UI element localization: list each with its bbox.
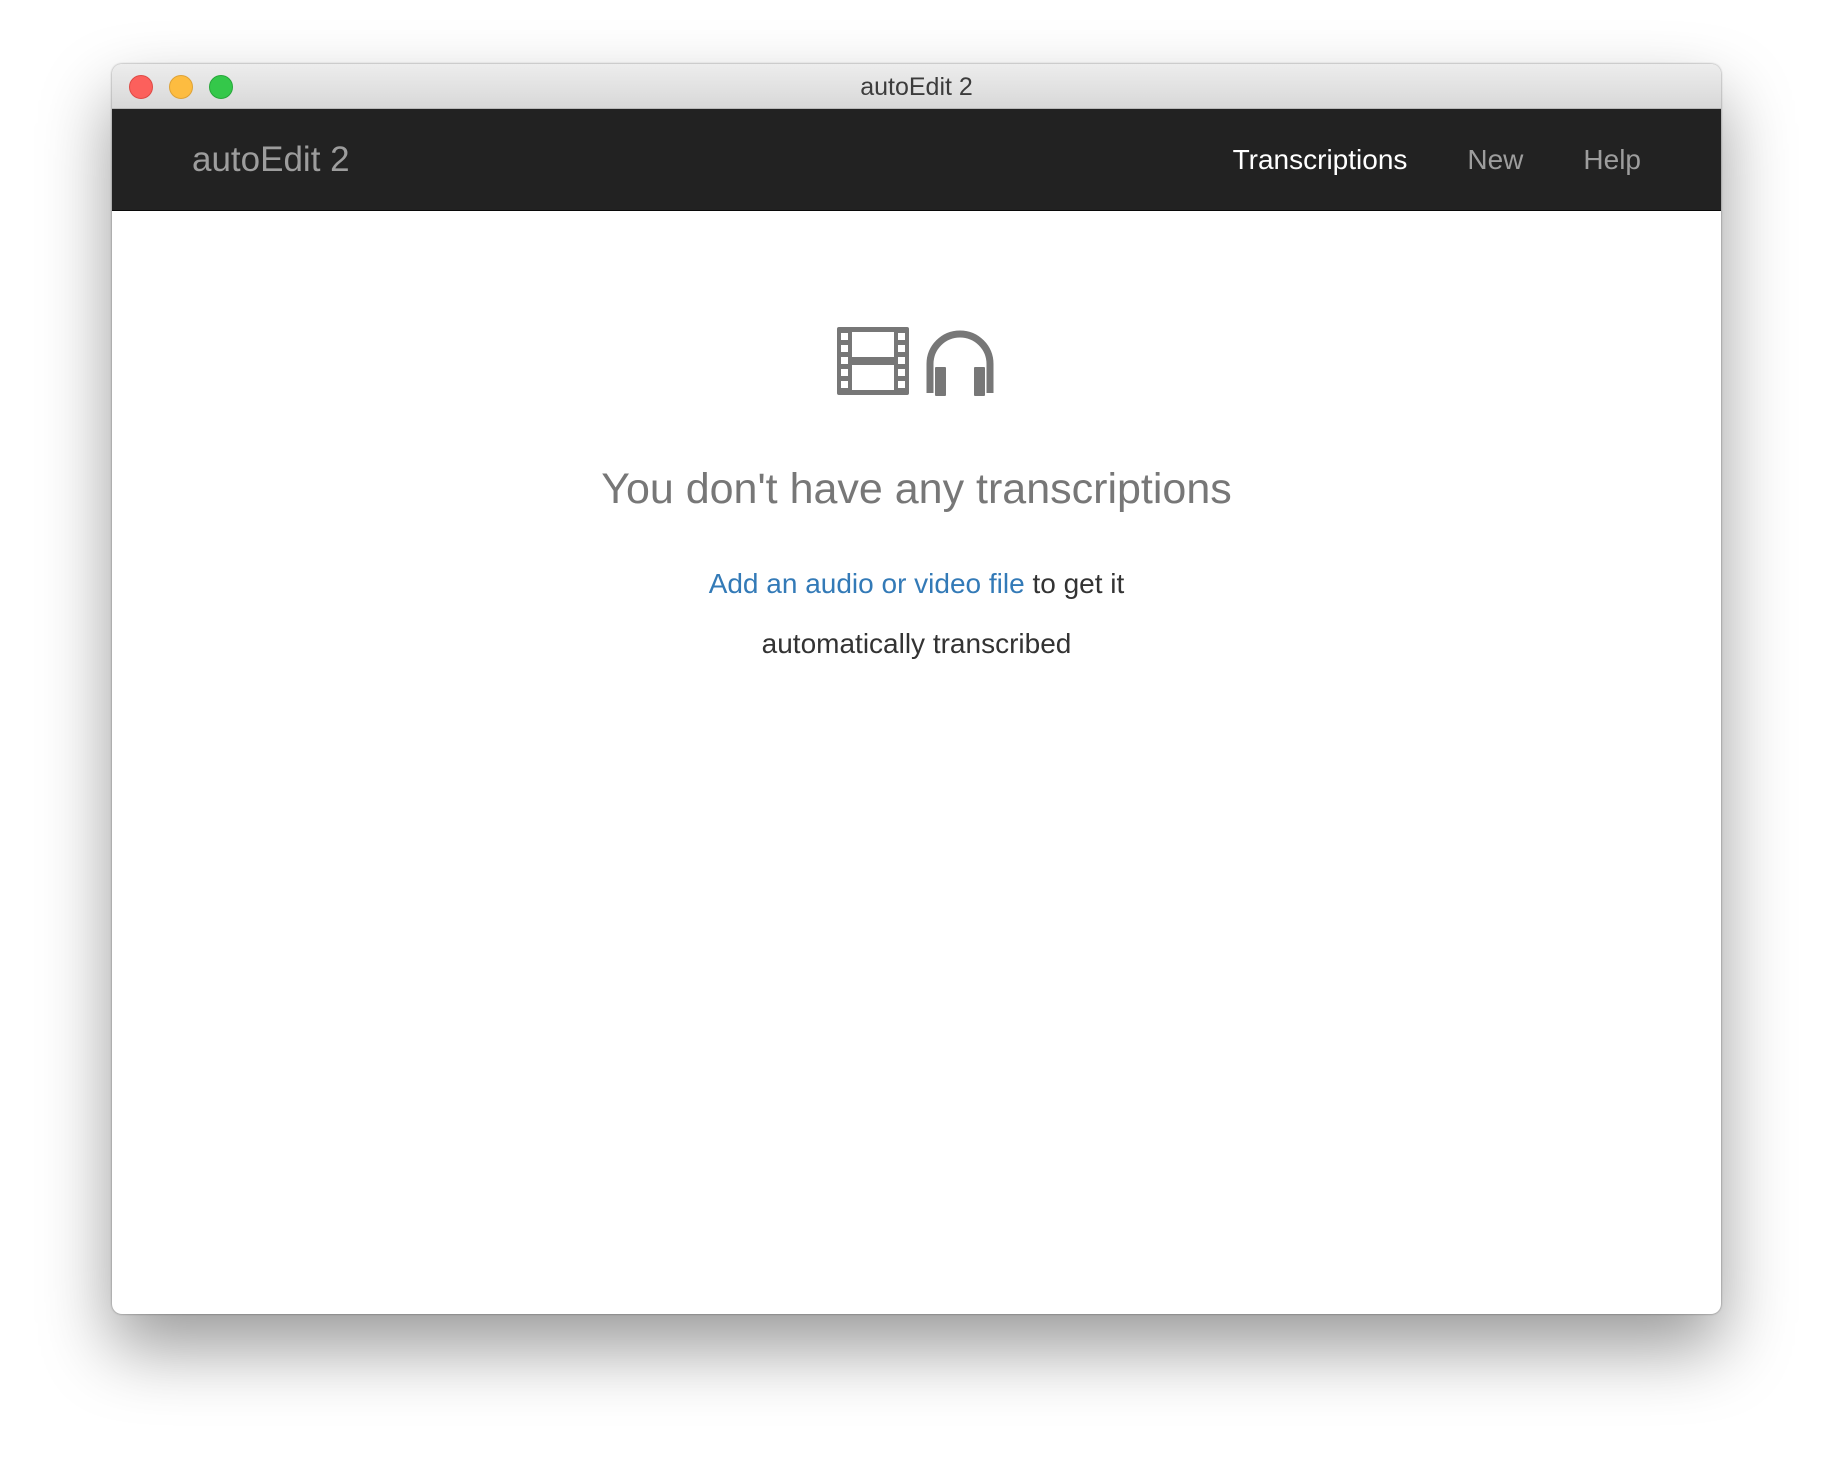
- empty-state-message: Add an audio or video file to get it auto…: [637, 554, 1197, 674]
- main-content: You don't have any transcriptions Add an…: [112, 211, 1721, 1314]
- message-line2: automatically transcribed: [761, 628, 1072, 659]
- app-window: autoEdit 2 autoEdit 2 Transcriptions New…: [112, 64, 1721, 1314]
- nav-item-transcriptions[interactable]: Transcriptions: [1233, 144, 1408, 176]
- nav-menu: Transcriptions New Help: [1173, 109, 1641, 211]
- window-title: autoEdit 2: [860, 73, 973, 101]
- navbar: autoEdit 2 Transcriptions New Help: [112, 109, 1721, 211]
- navbar-brand[interactable]: autoEdit 2: [192, 109, 350, 211]
- title-bar[interactable]: autoEdit 2: [112, 64, 1721, 109]
- nav-item-new[interactable]: New: [1467, 144, 1523, 176]
- add-media-file-link[interactable]: Add an audio or video file: [709, 568, 1025, 599]
- media-icons: [112, 211, 1721, 402]
- headphones-icon: [923, 327, 997, 402]
- empty-state-heading: You don't have any transcriptions: [601, 465, 1232, 513]
- nav-item-help[interactable]: Help: [1583, 144, 1641, 176]
- message-line1-rest: to get it: [1024, 568, 1125, 599]
- film-icon: [836, 327, 909, 402]
